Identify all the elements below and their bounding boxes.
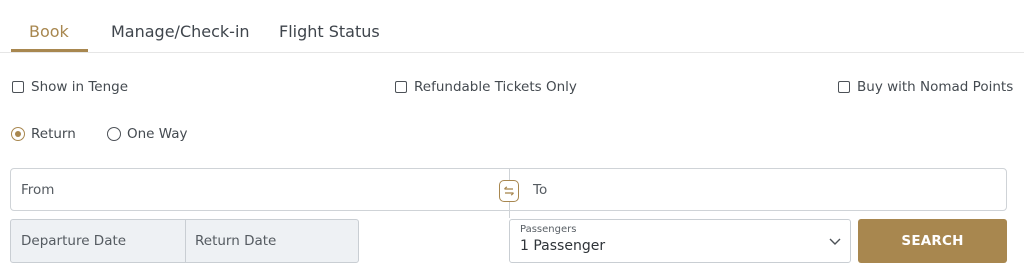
return-radio[interactable]: Return (11, 126, 76, 142)
booking-tabs: Book Manage/Check-in Flight Status (0, 0, 1024, 53)
checkbox-icon[interactable] (838, 81, 850, 93)
search-button[interactable]: SEARCH (858, 219, 1007, 263)
show-in-tenge-label: Show in Tenge (31, 79, 129, 95)
swap-icon[interactable] (499, 180, 519, 202)
chevron-down-icon[interactable] (828, 234, 842, 248)
from-field[interactable]: From (21, 182, 54, 198)
radio-unselected-icon[interactable] (107, 127, 121, 141)
tab-book[interactable]: Book (29, 22, 69, 41)
refundable-only-checkbox[interactable]: Refundable Tickets Only (395, 79, 577, 95)
passengers-value: 1 Passenger (520, 238, 606, 254)
radio-selected-icon[interactable] (11, 127, 25, 141)
swap-arrows-icon (504, 186, 514, 196)
passengers-select[interactable]: Passengers 1 Passenger (509, 219, 851, 263)
tab-flight-status[interactable]: Flight Status (279, 22, 380, 41)
nomad-points-label: Buy with Nomad Points (857, 79, 1014, 95)
active-tab-indicator (11, 49, 88, 52)
show-in-tenge-checkbox[interactable]: Show in Tenge (12, 79, 128, 95)
date-range-field: Departure Date Return Date (10, 219, 359, 263)
return-label: Return (31, 126, 76, 142)
refundable-only-label: Refundable Tickets Only (414, 79, 577, 95)
departure-date-field[interactable]: Departure Date (21, 233, 126, 249)
passengers-caption: Passengers (520, 224, 577, 235)
one-way-radio[interactable]: One Way (107, 126, 188, 142)
to-field[interactable]: To (533, 182, 547, 198)
checkbox-icon[interactable] (12, 81, 24, 93)
one-way-label: One Way (127, 126, 188, 142)
nomad-points-checkbox[interactable]: Buy with Nomad Points (838, 79, 1013, 95)
tab-manage-check-in[interactable]: Manage/Check-in (111, 22, 250, 41)
checkbox-icon[interactable] (395, 81, 407, 93)
date-divider (185, 220, 186, 262)
return-date-field[interactable]: Return Date (195, 233, 276, 249)
